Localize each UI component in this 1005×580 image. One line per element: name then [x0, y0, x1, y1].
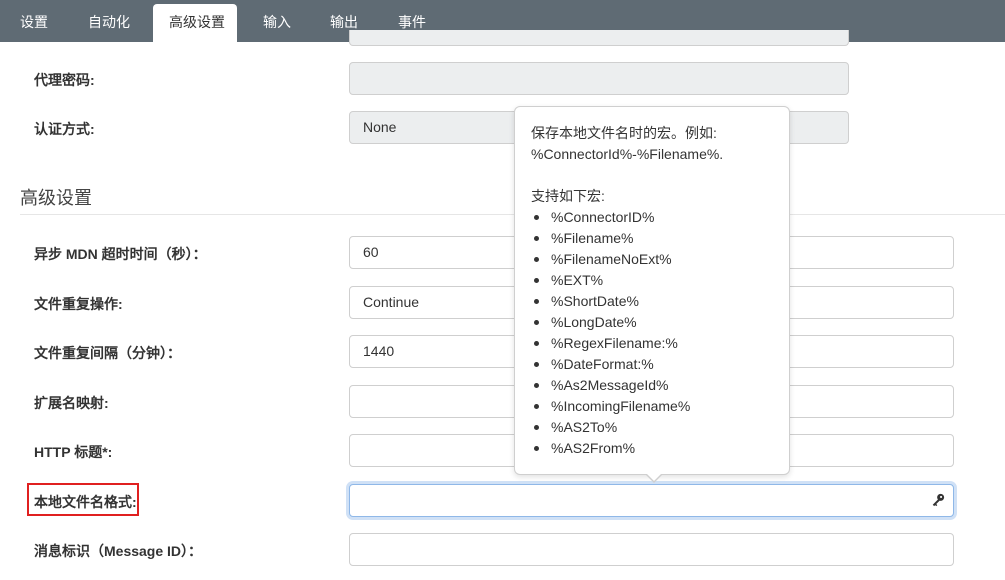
macro-item: %LongDate% — [531, 312, 773, 333]
tab-advanced-settings[interactable]: 高级设置 — [153, 4, 237, 42]
extension-map-label: 扩展名映射: — [34, 395, 109, 411]
macro-item: %ShortDate% — [531, 291, 773, 312]
macro-item: %As2MessageId% — [531, 375, 773, 396]
key-icon[interactable] — [931, 493, 945, 507]
tooltip-example: %ConnectorId%-%Filename%. — [531, 146, 724, 162]
tooltip-arrow-inner — [646, 473, 662, 481]
macro-item: %IncomingFilename% — [531, 396, 773, 417]
macro-item: %AS2To% — [531, 417, 773, 438]
tab-settings[interactable]: 设置 — [4, 4, 64, 42]
macro-item: %RegexFilename:% — [531, 333, 773, 354]
macro-item: %FilenameNoExt% — [531, 249, 773, 270]
local-file-name-format-label: 本地文件名格式: — [34, 494, 137, 510]
macro-item: %ConnectorID% — [531, 207, 773, 228]
previous-field-partial — [349, 30, 849, 46]
tooltip-description: 保存本地文件名时的宏。例如: — [531, 125, 717, 141]
section-divider — [20, 214, 1005, 215]
tooltip-list-heading: 支持如下宏: — [531, 188, 605, 204]
macro-item: %Filename% — [531, 228, 773, 249]
message-id-label: 消息标识（Message ID）： — [34, 543, 203, 559]
tab-automation[interactable]: 自动化 — [72, 4, 146, 42]
macro-item: %AS2From% — [531, 438, 773, 459]
proxy-password-label: 代理密码: — [34, 72, 95, 88]
file-duplicate-interval-label: 文件重复间隔（分钟）： — [34, 345, 181, 361]
macro-list: %ConnectorID% %Filename% %FilenameNoExt%… — [531, 207, 773, 459]
proxy-password-field[interactable] — [349, 62, 849, 95]
macro-item: %DateFormat:% — [531, 354, 773, 375]
message-id-input[interactable] — [349, 533, 954, 566]
macro-item: %EXT% — [531, 270, 773, 291]
macro-help-tooltip: 保存本地文件名时的宏。例如: %ConnectorId%-%Filename%.… — [514, 106, 790, 475]
http-headers-label: HTTP 标题*: — [34, 444, 113, 460]
tab-input[interactable]: 输入 — [247, 4, 307, 42]
file-duplicate-action-label: 文件重复操作: — [34, 296, 123, 312]
section-title-advanced: 高级设置 — [20, 188, 92, 208]
async-mdn-timeout-label: 异步 MDN 超时时间（秒）： — [34, 246, 207, 262]
local-file-name-format-input[interactable] — [349, 484, 954, 517]
auth-method-label: 认证方式: — [34, 121, 95, 137]
